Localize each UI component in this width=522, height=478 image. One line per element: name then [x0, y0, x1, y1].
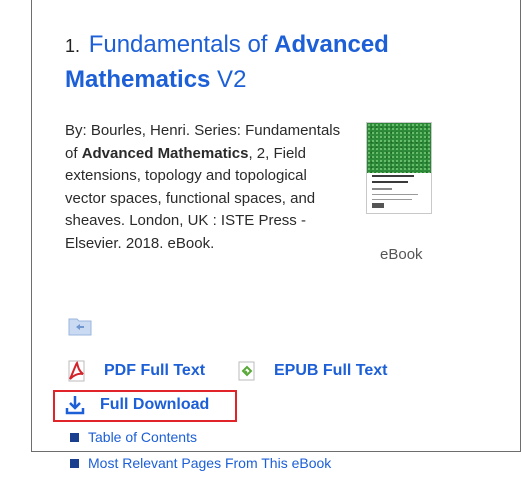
epub-icon: [236, 360, 258, 382]
format-label: eBook: [380, 246, 423, 263]
relevant-pages-label[interactable]: Most Relevant Pages From This eBook: [88, 455, 331, 471]
full-download-link[interactable]: Full Download: [64, 394, 209, 416]
full-download-label[interactable]: Full Download: [100, 396, 209, 414]
epub-full-text-link[interactable]: EPUB Full Text: [236, 360, 388, 382]
result-number: 1.: [65, 36, 81, 56]
table-of-contents-link[interactable]: Table of Contents: [70, 429, 197, 445]
title-part-bold[interactable]: Advanced: [274, 31, 389, 58]
most-relevant-pages-link[interactable]: Most Relevant Pages From This eBook: [70, 455, 331, 471]
epub-link-label[interactable]: EPUB Full Text: [274, 362, 388, 380]
expand-square-icon: [70, 458, 79, 468]
toc-label[interactable]: Table of Contents: [88, 429, 197, 445]
expand-square-icon: [70, 432, 79, 442]
result-description: By: Bourles, Henri. Series: Fundamentals…: [65, 120, 350, 255]
pdf-icon: [66, 360, 88, 382]
download-icon: [64, 394, 86, 416]
pdf-link-label[interactable]: PDF Full Text: [104, 362, 205, 380]
result-title[interactable]: 1. Fundamentals of Advanced Mathematics …: [65, 28, 465, 96]
title-part-bold[interactable]: Mathematics: [65, 66, 210, 93]
title-part[interactable]: V2: [210, 66, 246, 93]
description-highlight: Advanced: [81, 144, 154, 162]
book-cover-thumbnail[interactable]: [366, 122, 432, 214]
pdf-full-text-link[interactable]: PDF Full Text: [66, 360, 205, 382]
title-part[interactable]: Fundamentals of: [89, 31, 274, 58]
folder-icon[interactable]: [68, 314, 92, 336]
description-highlight: Mathematics: [157, 144, 249, 162]
